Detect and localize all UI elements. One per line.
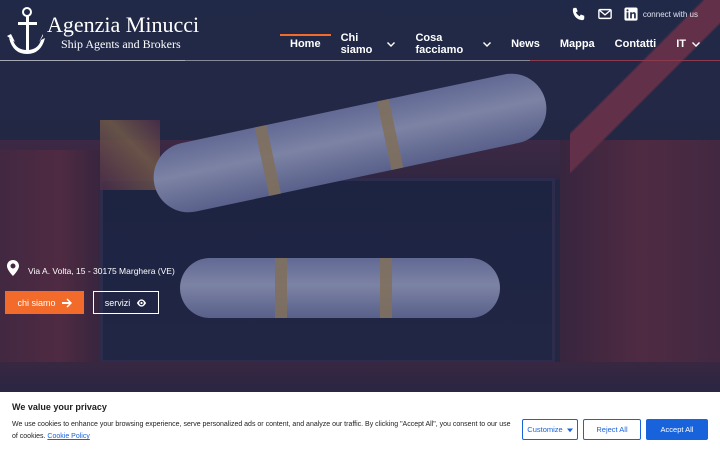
accept-all-button[interactable]: Accept All	[646, 419, 708, 440]
nav-item-cosa-facciamo[interactable]: Cosa facciamo	[415, 32, 492, 56]
anchor-icon	[5, 6, 45, 58]
site-logo[interactable]: Agenzia Minucci Ship Agents and Brokers	[5, 6, 199, 58]
cookie-title: We value your privacy	[12, 402, 107, 412]
chevron-down-icon	[387, 40, 396, 48]
servizi-button[interactable]: servizi	[93, 291, 159, 314]
eye-icon	[137, 298, 147, 307]
header-divider-accent	[530, 60, 720, 61]
nav-item-chi-siamo[interactable]: Chi siamo	[341, 32, 396, 56]
social-bar: connect with us	[571, 6, 698, 22]
cookie-policy-link[interactable]: Cookie Policy	[47, 433, 89, 440]
customize-button[interactable]: Customize	[522, 419, 578, 440]
nav-item-mappa[interactable]: Mappa	[560, 38, 595, 50]
address-text: Via A. Volta, 15 - 30175 Marghera (VE)	[28, 265, 175, 276]
customize-label: Customize	[527, 425, 563, 434]
main-nav: Home Chi siamo Cosa facciamo News Mappa …	[280, 32, 720, 56]
caret-down-icon	[566, 428, 573, 432]
chi-siamo-button[interactable]: chi siamo	[5, 291, 84, 314]
connect-with-us-link[interactable]: connect with us	[643, 10, 698, 19]
nav-item-home[interactable]: Home	[280, 34, 330, 50]
nav-item-contatti[interactable]: Contatti	[615, 38, 657, 50]
reject-all-button[interactable]: Reject All	[583, 419, 641, 440]
servizi-label: servizi	[104, 297, 131, 308]
header-divider-left	[0, 60, 185, 61]
envelope-icon[interactable]	[597, 6, 613, 22]
map-pin-icon	[6, 260, 20, 281]
hero-background	[0, 0, 720, 450]
phone-icon[interactable]	[571, 6, 587, 22]
arrow-right-icon	[61, 298, 72, 307]
nav-item-language[interactable]: IT	[676, 38, 700, 50]
chevron-down-icon	[483, 40, 492, 48]
cookie-text: We use cookies to enhance your browsing …	[12, 419, 517, 443]
logo-name: Agenzia Minucci	[47, 12, 200, 37]
logo-subtitle: Ship Agents and Brokers	[61, 37, 181, 51]
address-line: Via A. Volta, 15 - 30175 Marghera (VE)	[6, 260, 175, 281]
hero-overlay	[0, 0, 720, 450]
nav-item-news[interactable]: News	[511, 38, 540, 50]
linkedin-icon[interactable]	[623, 6, 639, 22]
cookie-banner: We value your privacy We use cookies to …	[0, 392, 720, 450]
chi-siamo-label: chi siamo	[17, 297, 56, 308]
chevron-down-icon	[692, 40, 700, 48]
